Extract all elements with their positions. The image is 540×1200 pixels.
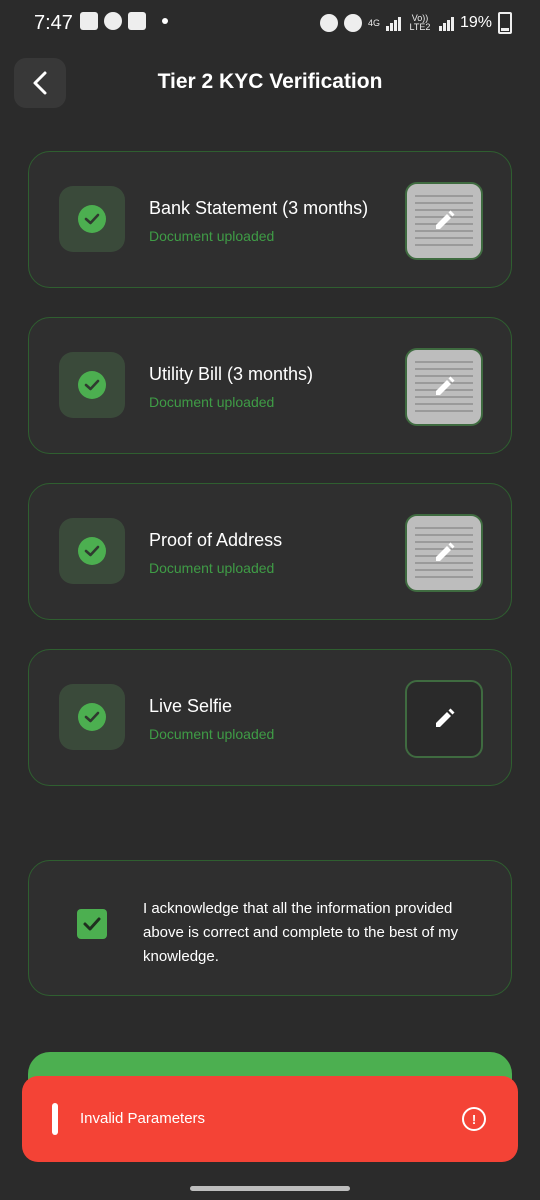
home-indicator[interactable]	[190, 1186, 350, 1191]
check-tile	[59, 684, 125, 750]
battery-percent: 19%	[459, 14, 492, 31]
acknowledgement-card: I acknowledge that all the information p…	[28, 860, 512, 996]
toast-message: Invalid Parameters	[80, 1110, 206, 1127]
check-circle-icon	[78, 537, 106, 565]
signal-icon-2	[438, 15, 454, 31]
selfie-thumbnail-edit-button[interactable]	[405, 680, 483, 758]
alarm-icon	[319, 14, 338, 32]
document-title: Live Selfie	[149, 696, 233, 716]
youtube-icon	[128, 12, 146, 30]
check-circle-icon	[78, 371, 106, 399]
error-toast[interactable]: Invalid Parameters !	[22, 1076, 518, 1162]
check-tile	[59, 186, 125, 252]
whatsapp-icon	[104, 12, 122, 30]
status-bar: 7:47 4G Vo)) LTE2 19%	[0, 0, 540, 46]
document-card-live-selfie: Live Selfie Document uploaded	[28, 649, 512, 786]
pencil-icon	[436, 542, 455, 561]
document-status: Document uploaded	[149, 394, 275, 410]
notification-dot-icon	[162, 18, 168, 24]
document-title: Utility Bill (3 months)	[149, 364, 314, 384]
acknowledgement-checkbox[interactable]	[77, 909, 107, 939]
pencil-icon	[436, 210, 455, 229]
document-thumbnail-edit-button[interactable]	[405, 514, 483, 592]
document-status: Document uploaded	[149, 560, 275, 576]
document-thumbnail-edit-button[interactable]	[405, 182, 483, 260]
document-title: Proof of Address	[149, 530, 283, 550]
status-time: 7:47	[34, 12, 73, 34]
check-tile	[59, 518, 125, 584]
toast-accent-bar	[52, 1103, 58, 1135]
document-card-utility-bill: Utility Bill (3 months) Document uploade…	[28, 317, 512, 454]
network-type-label: 4G	[367, 17, 380, 28]
page-title: Tier 2 KYC Verification	[157, 70, 383, 93]
signal-icon	[385, 15, 401, 31]
document-status: Document uploaded	[149, 228, 275, 244]
document-card-proof-of-address: Proof of Address Document uploaded	[28, 483, 512, 620]
document-title: Bank Statement (3 months)	[149, 198, 369, 218]
checkmark-icon	[83, 917, 101, 931]
check-tile	[59, 352, 125, 418]
pencil-icon	[436, 376, 455, 395]
check-circle-icon	[78, 703, 106, 731]
volte-label: Vo)) LTE2	[409, 13, 431, 32]
document-card-bank-statement: Bank Statement (3 months) Document uploa…	[28, 151, 512, 288]
document-thumbnail-edit-button[interactable]	[405, 348, 483, 426]
gallery-icon	[80, 12, 98, 30]
alert-circle-icon[interactable]: !	[462, 1107, 486, 1131]
hotspot-icon	[343, 14, 362, 32]
battery-icon	[498, 12, 512, 34]
check-circle-icon	[78, 205, 106, 233]
acknowledgement-text: I acknowledge that all the information p…	[143, 900, 459, 965]
document-status: Document uploaded	[149, 726, 275, 742]
pencil-icon	[436, 708, 455, 727]
